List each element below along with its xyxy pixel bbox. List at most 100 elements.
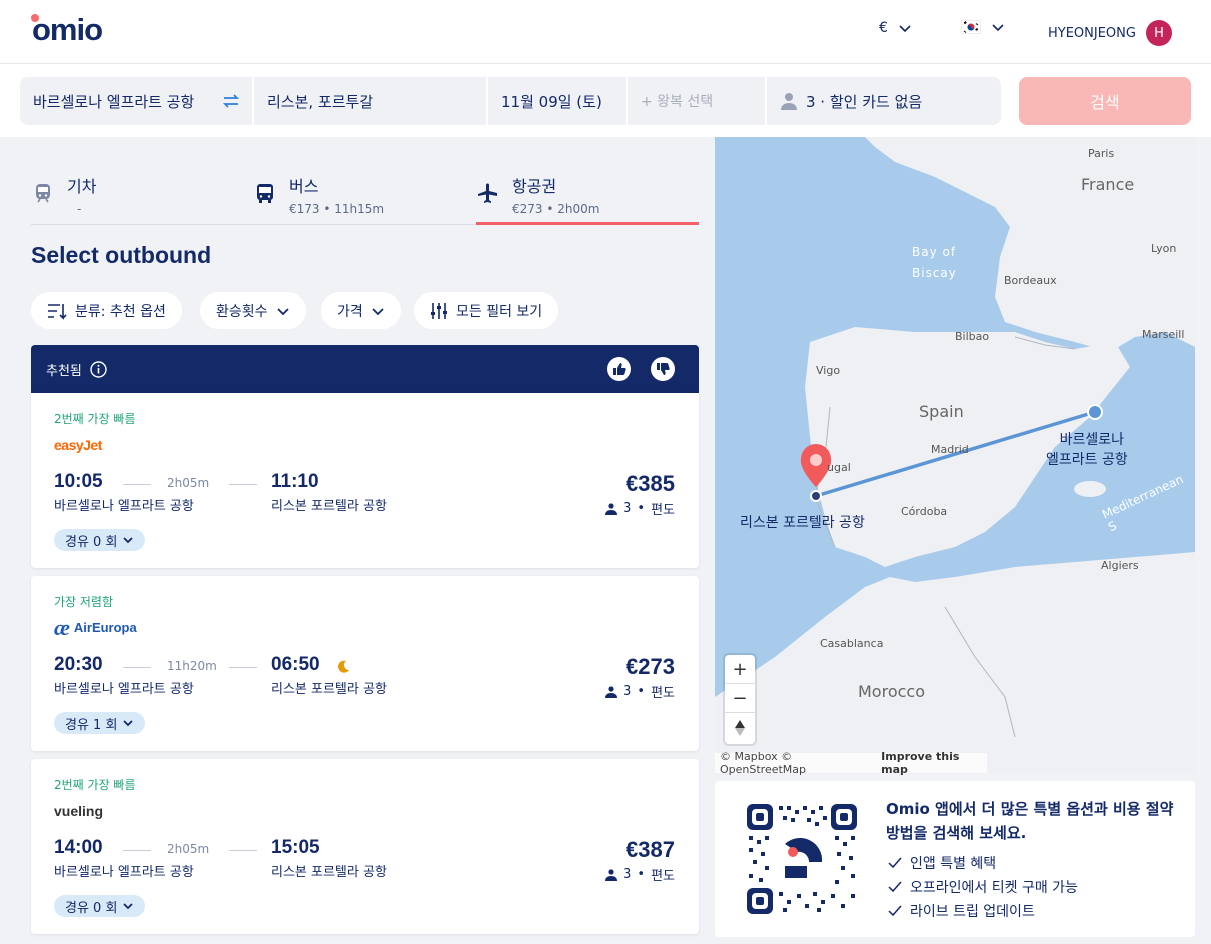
route-map[interactable]: Paris France Bay of Biscay Lyon Bordeaux… — [715, 137, 1195, 773]
zoom-controls: + − — [725, 655, 755, 744]
promo-item: 라이브 트립 업데이트 — [888, 901, 1035, 921]
swap-icon[interactable] — [222, 93, 240, 109]
map-label-portugal: ugal — [827, 461, 851, 474]
qr-code-icon[interactable] — [747, 804, 857, 914]
stops-label: 경유 0 회 — [65, 900, 118, 916]
passenger-count: 3 — [623, 501, 632, 516]
price-filter[interactable]: 가격 — [321, 292, 401, 329]
arrival-station: 리스본 포르텔라 공항 — [271, 499, 387, 514]
check-icon — [888, 881, 902, 893]
tab-bus-sub: €173 • 11h15m — [289, 202, 385, 216]
passenger-info: 3 • 편도 — [605, 865, 675, 884]
check-icon — [888, 857, 902, 869]
tab-bus[interactable]: 버스 €173 • 11h15m — [253, 173, 384, 216]
result-card[interactable]: 가장 저렴함 æ AirEuropa 20:30 11h20m 06:50 바르… — [31, 576, 699, 751]
language-selector[interactable] — [961, 20, 1005, 34]
bullet: • — [637, 867, 646, 882]
train-icon — [36, 184, 50, 203]
tab-train[interactable]: 기차 - — [31, 173, 96, 216]
promo-title: Omio 앱에서 더 많은 특별 옵션과 비용 절약 방법을 검색해 보세요. — [886, 800, 1174, 842]
transfers-label: 환승횟수 — [216, 303, 268, 320]
app-promo: Omio 앱에서 더 많은 특별 옵션과 비용 절약 방법을 검색해 보세요. … — [715, 781, 1195, 937]
promo-item: 인앱 특별 혜택 — [888, 853, 996, 873]
currency-selector[interactable]: € — [879, 20, 912, 36]
attribution-text[interactable]: © Mapbox © OpenStreetMap — [720, 750, 877, 776]
chevron-down-icon — [992, 24, 1004, 32]
result-card[interactable]: 2번째 가장 빠름 easyJet 10:05 2h05m 11:10 바르셀로… — [31, 393, 699, 568]
duration: 11h20m — [167, 659, 217, 673]
sort-button[interactable]: 분류: 추천 옵션 — [31, 292, 182, 329]
stops-toggle[interactable]: 경유 0 회 — [54, 529, 146, 551]
stops-label: 경유 1 회 — [65, 717, 118, 733]
arrival-time: 11:10 — [271, 471, 319, 492]
passengers-field[interactable]: 3 · 할인 카드 없음 — [767, 77, 1001, 125]
departure-station: 바르셀로나 엘프라트 공항 — [54, 682, 194, 697]
info-icon[interactable] — [90, 360, 107, 378]
bullet: • — [637, 501, 646, 516]
tab-flights-label: 항공권 — [512, 177, 557, 196]
stops-toggle[interactable]: 경유 0 회 — [54, 895, 146, 917]
user-name: HYEONJEONG — [1048, 25, 1136, 41]
all-filters-button[interactable]: 모든 필터 보기 — [414, 292, 559, 329]
airline-name: AirEuropa — [73, 620, 137, 635]
departure-time: 10:05 — [54, 471, 103, 492]
improve-map-link[interactable]: Improve this map — [881, 750, 987, 776]
zoom-in-button[interactable]: + — [725, 655, 755, 684]
stops-label: 경유 0 회 — [65, 534, 118, 550]
map-label-biscay: Biscay — [912, 266, 957, 280]
map-label-marseille: Marseill — [1142, 328, 1185, 341]
chevron-down-icon — [123, 537, 134, 544]
result-tag: 2번째 가장 빠름 — [54, 412, 136, 426]
chevron-down-icon — [372, 307, 384, 315]
passenger-info: 3 • 편도 — [605, 499, 675, 518]
map-attribution: © Mapbox © OpenStreetMap Improve this ma… — [715, 750, 987, 776]
user-menu[interactable]: HYEONJEONG H — [1048, 20, 1172, 46]
bus-icon — [257, 184, 273, 203]
search-button[interactable]: 검색 — [1019, 77, 1191, 125]
map-label-lyon: Lyon — [1151, 242, 1177, 255]
date-field[interactable]: 11월 09일 (토) — [488, 77, 626, 125]
to-field[interactable]: 리스본, 포르투갈 — [254, 77, 486, 125]
promo-item-text: 인앱 특별 혜택 — [910, 856, 997, 872]
currency-label: € — [879, 20, 888, 36]
airline-logo: easyJet — [54, 437, 102, 453]
chevron-down-icon — [123, 720, 134, 727]
return-placeholder: + 왕복 선택 — [641, 94, 714, 110]
result-tag: 가장 저렴함 — [54, 595, 114, 609]
passengers-value: 3 · 할인 카드 없음 — [806, 92, 923, 111]
departure-time: 14:00 — [54, 837, 103, 858]
person-icon — [605, 685, 618, 698]
thumbs-up-icon[interactable] — [607, 357, 631, 381]
thumbs-down-icon[interactable] — [651, 357, 675, 381]
result-tag: 2번째 가장 빠름 — [54, 778, 136, 792]
tab-flights[interactable]: 항공권 €273 • 2h00m — [476, 173, 599, 216]
origin-label: 바르셀로나 엘프라트 공항 — [1046, 429, 1128, 469]
stops-toggle[interactable]: 경유 1 회 — [54, 712, 146, 734]
transfers-filter[interactable]: 환승횟수 — [200, 292, 306, 329]
map-label-madrid: Madrid — [931, 443, 969, 456]
person-icon — [605, 502, 618, 515]
sort-icon — [48, 303, 67, 320]
from-field[interactable]: 바르셀로나 엘프라트 공항 — [20, 77, 252, 125]
avatar: H — [1145, 20, 1172, 46]
map-label-france: France — [1081, 175, 1135, 194]
passenger-info: 3 • 편도 — [605, 682, 675, 701]
chevron-down-icon — [123, 903, 134, 910]
person-icon — [605, 868, 618, 881]
map-label-cordoba: Córdoba — [901, 505, 948, 518]
sliders-icon — [431, 302, 447, 319]
divider — [229, 484, 257, 485]
map-label-bordeaux: Bordeaux — [1004, 274, 1057, 287]
zoom-out-button[interactable]: − — [725, 684, 755, 713]
moon-icon — [338, 660, 349, 673]
check-icon — [888, 905, 902, 917]
return-field[interactable]: + 왕복 선택 — [628, 77, 765, 125]
korea-flag-icon — [961, 20, 981, 34]
aireuropa-mark-icon: æ — [54, 614, 70, 640]
omio-logo[interactable]: omio — [32, 12, 103, 48]
tab-flights-sub: €273 • 2h00m — [512, 202, 600, 216]
result-card[interactable]: 2번째 가장 빠름 vueling 14:00 2h05m 15:05 바르셀로… — [31, 759, 699, 934]
compass-button[interactable] — [725, 713, 755, 742]
compass-icon — [735, 719, 745, 736]
all-filters-label: 모든 필터 보기 — [456, 303, 543, 320]
